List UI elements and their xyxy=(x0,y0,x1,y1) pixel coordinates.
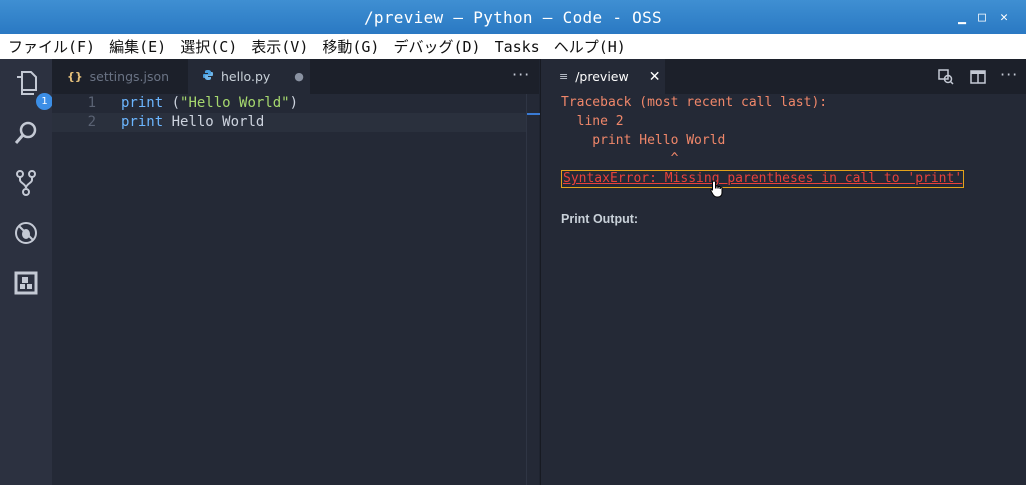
preview-list-icon: ≡ xyxy=(559,70,569,83)
preview-tab-bar: ≡ /preview ✕ ··· xyxy=(541,59,1026,94)
files-icon[interactable]: 1 xyxy=(10,67,53,110)
line-text: print Hello World xyxy=(121,114,265,130)
maximize-button[interactable]: □ xyxy=(974,9,990,25)
source-control-icon[interactable] xyxy=(10,167,42,199)
tab-label: settings.json xyxy=(89,69,170,84)
syntax-error-link[interactable]: SyntaxError: Missing parentheses in call… xyxy=(561,170,965,188)
menu-go[interactable]: 移動(G) xyxy=(322,36,379,57)
tab-hello-py[interactable]: hello.py ● xyxy=(188,59,310,94)
menu-view[interactable]: 表示(V) xyxy=(251,36,308,57)
traceback-line: line 2 xyxy=(561,114,624,129)
preview-more-actions-button[interactable]: ··· xyxy=(1000,67,1018,83)
hand-cursor-icon xyxy=(710,180,724,198)
menu-file[interactable]: ファイル(F) xyxy=(8,36,95,57)
window-title: /preview — Python — Code - OSS xyxy=(364,8,662,27)
cursor-position-marker xyxy=(527,113,540,115)
menu-debug[interactable]: デバッグ(D) xyxy=(393,36,480,57)
print-output-label: Print Output: xyxy=(561,212,639,226)
code-line: 1 print ("Hello World") xyxy=(52,94,526,113)
menu-edit[interactable]: 編集(E) xyxy=(109,36,166,57)
tab-label: hello.py xyxy=(221,69,271,84)
title-bar: /preview — Python — Code - OSS ▁ □ ✕ xyxy=(0,0,1026,34)
menu-help[interactable]: ヘルプ(H) xyxy=(554,36,626,57)
traceback-caret: ^ xyxy=(561,151,679,166)
json-icon: {} xyxy=(67,70,83,83)
explorer-badge: 1 xyxy=(36,93,53,110)
minimize-button[interactable]: ▁ xyxy=(954,9,970,25)
unsaved-dot-icon[interactable]: ● xyxy=(294,70,304,83)
line-number: 2 xyxy=(87,114,96,130)
menu-selection[interactable]: 選択(C) xyxy=(180,36,237,57)
overview-ruler[interactable] xyxy=(526,94,540,485)
line-text: print ("Hello World") xyxy=(121,95,299,111)
tab-preview[interactable]: ≡ /preview ✕ xyxy=(541,59,665,94)
extensions-icon[interactable] xyxy=(10,267,42,299)
open-preview-source-icon[interactable] xyxy=(937,68,955,86)
code-area[interactable]: 1 print ("Hello World") 2 print Hello Wo… xyxy=(52,94,539,485)
editor-more-actions-button[interactable]: ··· xyxy=(512,67,530,83)
traceback-line: print Hello World xyxy=(561,133,726,148)
editor-group: {} settings.json hello.py ● ··· 1 print … xyxy=(52,59,540,485)
close-window-button[interactable]: ✕ xyxy=(996,9,1012,25)
menu-tasks[interactable]: Tasks xyxy=(495,38,540,56)
debug-icon[interactable] xyxy=(10,217,42,249)
activity-bar: 1 xyxy=(0,59,53,485)
split-editor-icon[interactable] xyxy=(969,68,987,86)
python-icon xyxy=(202,69,214,84)
tab-settings-json[interactable]: {} settings.json xyxy=(52,59,188,94)
line-number: 1 xyxy=(87,95,96,111)
menu-bar: ファイル(F) 編集(E) 選択(C) 表示(V) 移動(G) デバッグ(D) … xyxy=(0,34,1026,59)
preview-group: ≡ /preview ✕ ··· Traceback (most recent … xyxy=(540,59,1026,485)
close-tab-icon[interactable]: ✕ xyxy=(649,69,661,85)
code-line-current: 2 print Hello World xyxy=(52,113,526,132)
search-icon[interactable] xyxy=(10,117,42,149)
tab-label: /preview xyxy=(575,69,629,84)
traceback-line: Traceback (most recent call last): xyxy=(561,95,828,110)
editor-tab-bar: {} settings.json hello.py ● ··· xyxy=(52,59,539,94)
